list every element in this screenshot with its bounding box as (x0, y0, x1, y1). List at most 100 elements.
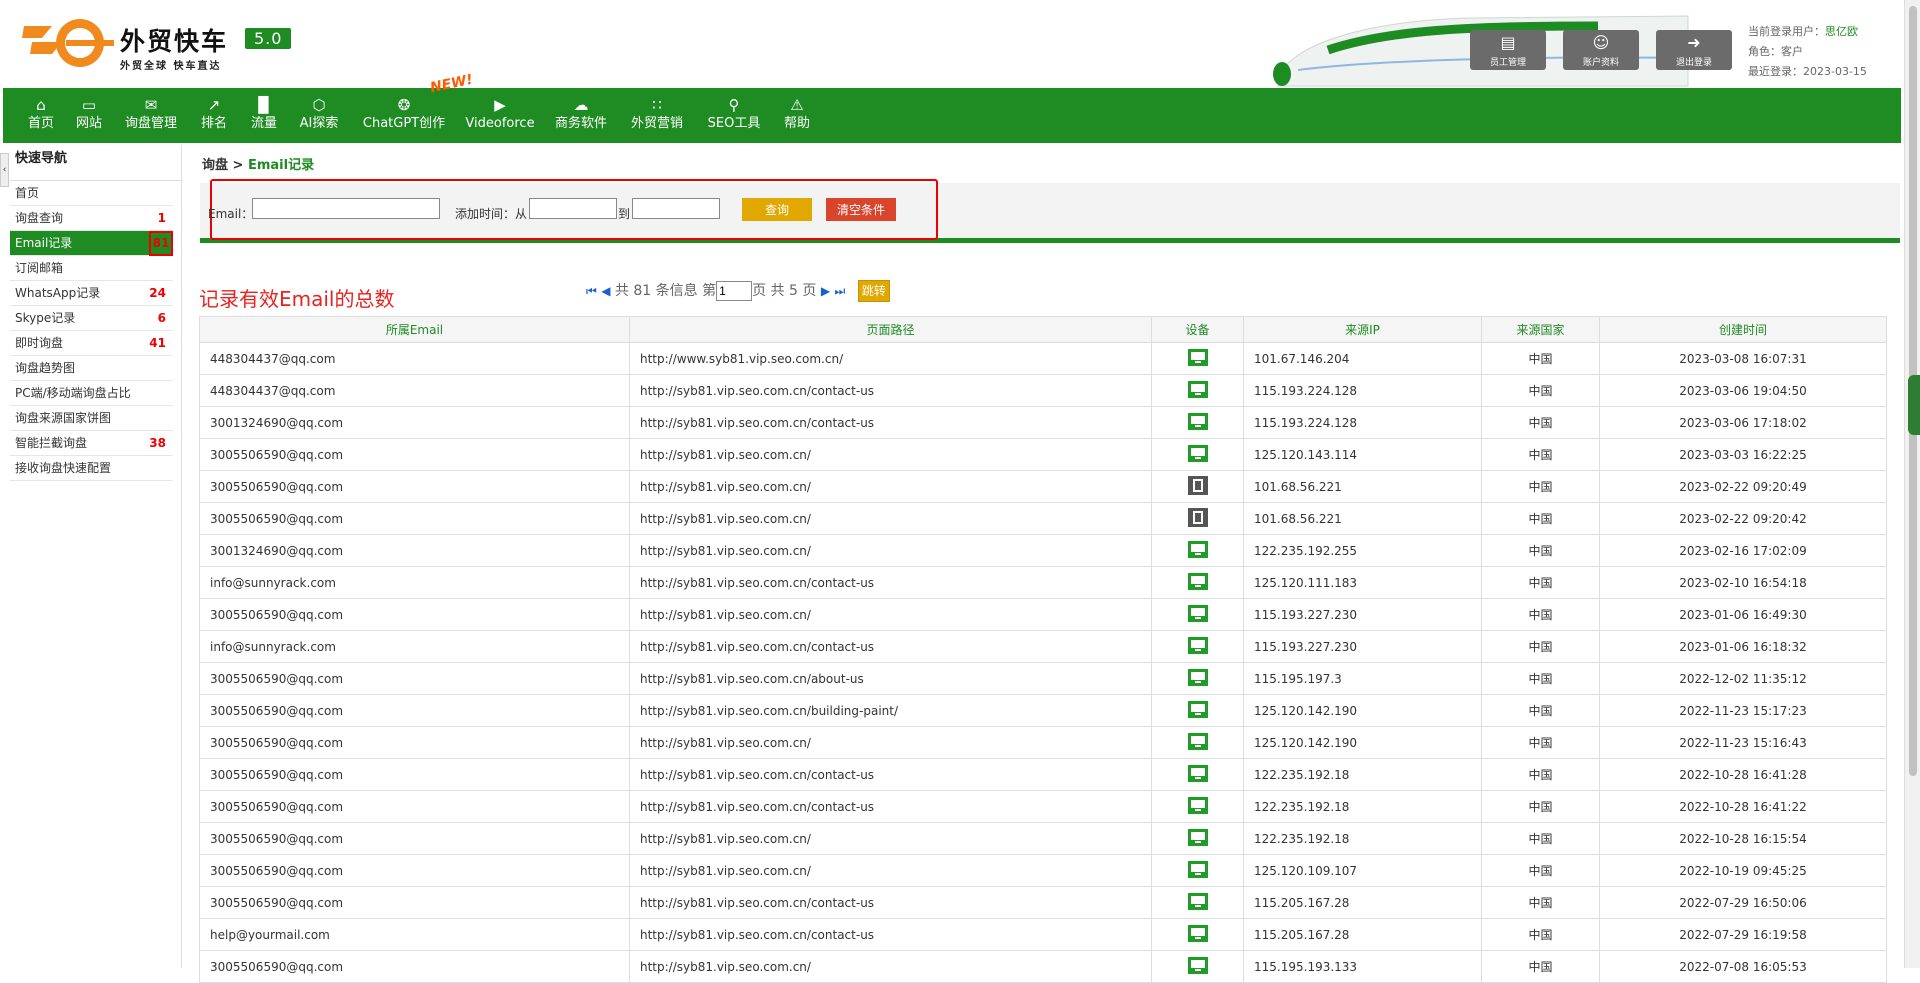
cell-page-path: http://syb81.vip.seo.com.cn/ (629, 822, 1152, 855)
cell-email: 3005506590@qq.com (199, 598, 630, 631)
cell-created-time: 2023-02-16 17:02:09 (1599, 534, 1887, 567)
sidebar-item-instant-inquiry[interactable]: 即时询盘 41 (10, 331, 173, 356)
cell-source-ip: 125.120.142.190 (1243, 694, 1482, 727)
cell-page-path: http://syb81.vip.seo.com.cn/ (629, 950, 1152, 983)
sidebar-item-quick-config[interactable]: 接收询盘快速配置 (10, 456, 173, 481)
floating-side-handle[interactable] (1908, 375, 1920, 435)
sidebar-item-inquiry-search[interactable]: 询盘查询 1 (10, 206, 173, 231)
version-badge: 5.0 (245, 28, 292, 49)
to-label: 到 (618, 207, 631, 221)
cell-page-path: http://www.syb81.vip.seo.com.cn/ (629, 342, 1152, 375)
table-row: 3005506590@qq.com http://syb81.vip.seo.co… (199, 822, 1887, 855)
desktop-device-icon (1187, 444, 1208, 465)
cell-country: 中国 (1481, 374, 1600, 407)
account-info-button[interactable]: ☺ 账户资料 (1563, 30, 1639, 70)
cell-page-path: http://syb81.vip.seo.com.cn/contact-us (629, 406, 1152, 439)
sidebar-collapse-handle[interactable]: ‹ (0, 153, 9, 187)
table-row: 3005506590@qq.com http://syb81.vip.seo.co… (199, 886, 1887, 919)
cell-page-path: http://syb81.vip.seo.com.cn/ (629, 470, 1152, 503)
prev-page-icon[interactable]: ◀ (601, 284, 610, 298)
monitor-icon: ▭ (81, 96, 97, 114)
desktop-device-icon (1187, 860, 1208, 881)
nav-ai-explore[interactable]: ⬡ AI探索 (297, 88, 341, 143)
cell-device (1151, 534, 1244, 567)
header: 外贸快车 5.0 外贸全球 快车直达 ▤ 员工管理 ☺ 账户资料 ➜ 退出登录 … (0, 0, 1900, 88)
cell-email: 3005506590@qq.com (199, 438, 630, 471)
nav-chatgpt[interactable]: ❂ ChatGPT创作 (361, 88, 447, 143)
cell-source-ip: 122.235.192.18 (1243, 822, 1482, 855)
table-row: info@sunnyrack.com http://syb81.vip.seo.c… (199, 630, 1887, 663)
nav-seo-tools[interactable]: ⚲ SEO工具 (705, 88, 763, 143)
nav-videoforce[interactable]: ▶ Videoforce (465, 88, 535, 143)
cell-source-ip: 115.195.197.3 (1243, 662, 1482, 695)
last-page-icon[interactable]: ⏭ (835, 284, 846, 298)
date-to-field[interactable] (632, 198, 720, 219)
nav-website[interactable]: ▭ 网站 (71, 88, 107, 143)
page-number-input[interactable] (716, 281, 753, 301)
cell-page-path: http://syb81.vip.seo.com.cn/contact-us (629, 790, 1152, 823)
sidebar: 快速导航 首页 询盘查询 1 Email记录 81 订阅邮箱 WhatsApp记录 2… (10, 145, 182, 968)
sidebar-item-home[interactable]: 首页 (10, 181, 173, 206)
cell-country: 中国 (1481, 534, 1600, 567)
nav-marketing[interactable]: ∷ 外贸营销 (628, 88, 686, 143)
cell-country: 中国 (1481, 502, 1600, 535)
table-row: 3005506590@qq.com http://syb81.vip.seo.co… (199, 790, 1887, 823)
cell-email: 448304437@qq.com (199, 374, 630, 407)
mobile-device-icon (1187, 507, 1208, 530)
sidebar-item-smart-block[interactable]: 智能拦截询盘 38 (10, 431, 173, 456)
cell-email: 3001324690@qq.com (199, 534, 630, 567)
sidebar-item-whatsapp[interactable]: WhatsApp记录 24 (10, 281, 173, 306)
table-row: 3005506590@qq.com http://syb81.vip.seo.co… (199, 758, 1887, 791)
first-page-icon[interactable]: ⏮ (586, 284, 597, 298)
table-row: 3005506590@qq.com http://syb81.vip.seo.co… (199, 438, 1887, 471)
logout-icon: ➜ (1687, 33, 1701, 52)
cell-device (1151, 950, 1244, 983)
cell-source-ip: 122.235.192.18 (1243, 790, 1482, 823)
table-row: 3005506590@qq.com http://syb81.vip.seo.co… (199, 598, 1887, 631)
sidebar-item-skype[interactable]: Skype记录 6 (10, 306, 173, 331)
cell-email: info@sunnyrack.com (199, 630, 630, 663)
cell-page-path: http://syb81.vip.seo.com.cn/ (629, 534, 1152, 567)
desktop-device-icon (1187, 764, 1208, 785)
vertical-scrollbar[interactable] (1904, 0, 1920, 968)
nav-inquiry-management[interactable]: ✉ 询盘管理 (122, 88, 180, 143)
cell-device (1151, 854, 1244, 887)
cell-device (1151, 758, 1244, 791)
desktop-device-icon (1187, 732, 1208, 753)
sidebar-item-subscribe-email[interactable]: 订阅邮箱 (10, 256, 173, 281)
cell-device (1151, 662, 1244, 695)
nav-help[interactable]: ⚠ 帮助 (781, 88, 813, 143)
cell-page-path: http://syb81.vip.seo.com.cn/ (629, 502, 1152, 535)
count-badge: 38 (149, 436, 166, 450)
cell-country: 中国 (1481, 886, 1600, 919)
sidebar-item-inquiry-trend[interactable]: 询盘趋势图 (10, 356, 173, 381)
nav-home[interactable]: ⌂ 首页 (23, 88, 59, 143)
column-header-email: 所属Email (199, 316, 630, 343)
cell-created-time: 2022-10-28 16:41:28 (1599, 758, 1887, 791)
username: 思亿欧 (1825, 25, 1858, 38)
sidebar-item-pc-mobile-ratio[interactable]: PC端/移动端询盘占比 (10, 381, 173, 406)
cell-device (1151, 566, 1244, 599)
desktop-device-icon (1187, 572, 1208, 593)
jump-button[interactable]: 跳转 (857, 280, 890, 302)
nav-traffic[interactable]: ▉ 流量 (248, 88, 280, 143)
query-button[interactable]: 查询 (742, 198, 812, 221)
sidebar-item-country-pie[interactable]: 询盘来源国家饼图 (10, 406, 173, 431)
cell-country: 中国 (1481, 438, 1600, 471)
next-page-icon[interactable]: ▶ (821, 284, 830, 298)
cell-created-time: 2023-02-22 09:20:42 (1599, 502, 1887, 535)
date-from-field[interactable] (529, 198, 617, 219)
cell-country: 中国 (1481, 854, 1600, 887)
sidebar-item-email-records[interactable]: Email记录 81 (10, 231, 173, 256)
nav-business-software[interactable]: ☁ 商务软件 (552, 88, 610, 143)
email-field[interactable] (252, 198, 440, 219)
nav-ranking[interactable]: ↗ 排名 (198, 88, 230, 143)
cell-device (1151, 438, 1244, 471)
search-icon: ⚲ (728, 96, 740, 114)
table-row: 3005506590@qq.com http://syb81.vip.seo.co… (199, 854, 1887, 887)
logout-button[interactable]: ➜ 退出登录 (1656, 30, 1732, 70)
clear-conditions-button[interactable]: 清空条件 (826, 198, 896, 221)
staff-management-button[interactable]: ▤ 员工管理 (1470, 30, 1546, 70)
cell-device (1151, 822, 1244, 855)
cell-source-ip: 101.67.146.204 (1243, 342, 1482, 375)
